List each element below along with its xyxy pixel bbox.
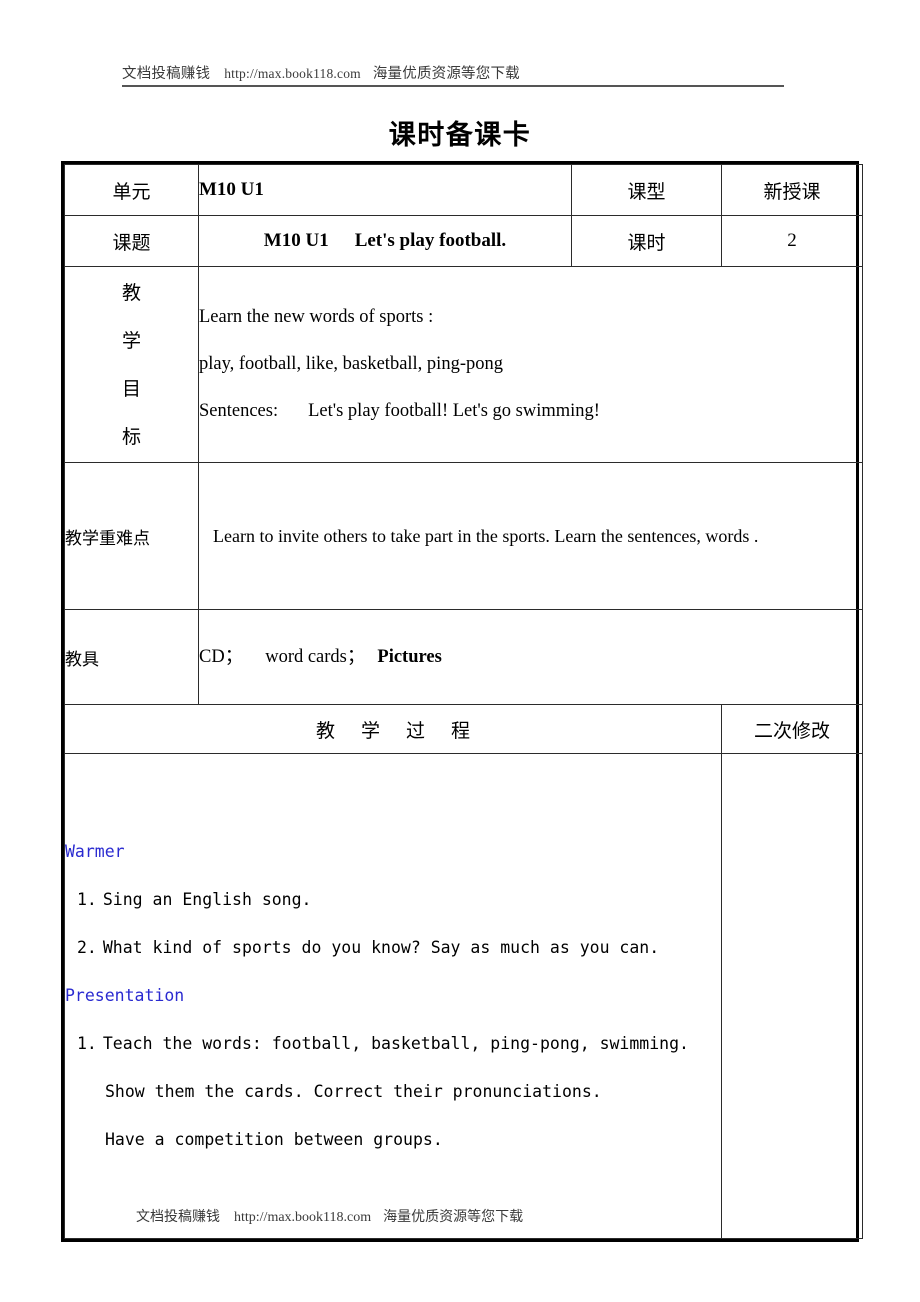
teaching-goals-content: Learn the new words of sports : play, fo… <box>198 266 863 463</box>
goals-line-2: play, football, like, basketball, ping-p… <box>199 354 503 374</box>
running-footer-url: http://max.book118.com <box>234 1210 372 1225</box>
teaching-aids-part-1: CD； <box>199 647 244 667</box>
teaching-goals-label: 教 学 目 标 <box>64 266 199 463</box>
process-list-item-text: Sing an English song. <box>102 890 312 909</box>
table-row-topic: 课题 M10 U1 Let's play football. 课时 2 <box>64 215 863 267</box>
teaching-aids-content: CD； word cards； Pictures <box>198 609 863 705</box>
lesson-plan-table: 单元 M10 U1 课型 新授课 课题 M10 U1 Let's play foo… <box>64 164 863 1239</box>
table-row-process-header: 教 学 过 程 二次修改 <box>64 704 863 754</box>
table-row-focus: 教学重难点 Learn to invite others to take par… <box>64 462 863 610</box>
key-difficulty-content: Learn to invite others to take part in t… <box>198 462 863 610</box>
teaching-aids-label: 教具 <box>64 609 199 705</box>
running-footer-left-text: 文档投稿赚钱 <box>136 1210 220 1225</box>
process-section-title: Warmer <box>65 842 125 861</box>
running-footer: 文档投稿赚钱 http://max.book118.com 海量优质资源等您下载 <box>136 1206 802 1226</box>
running-header: 文档投稿赚钱 http://max.book118.com 海量优质资源等您下载 <box>122 62 788 83</box>
lesson-plan-table-frame: 单元 M10 U1 课型 新授课 课题 M10 U1 Let's play foo… <box>61 161 863 1242</box>
lesson-type-value: 新授课 <box>721 164 863 216</box>
process-list-item-number: 2. <box>77 938 97 957</box>
process-continuation-line: Show them the cards. Correct their pronu… <box>105 1082 602 1101</box>
key-difficulty-text: Learn to invite others to take part in t… <box>213 526 759 546</box>
process-list-item-number: 1. <box>77 1034 97 1053</box>
table-row-goals: 教 学 目 标 Learn the new words of sports : … <box>64 266 863 463</box>
unit-value: M10 U1 <box>198 164 572 216</box>
page-title: 课时备课卡 <box>388 120 532 151</box>
process-list-item-text: What kind of sports do you know? Say as … <box>102 938 660 957</box>
goals-sentences-text: Let's play football! Let's go swimming! <box>308 401 600 421</box>
topic-code: M10 U1 <box>263 230 329 251</box>
process-list-item: 2. What kind of sports do you know? Say a… <box>65 924 721 972</box>
topic-value: M10 U1 Let's play football. <box>198 215 572 267</box>
goals-line-1: Learn the new words of sports : <box>199 307 434 327</box>
unit-label: 单元 <box>64 164 199 216</box>
table-row-unit: 单元 M10 U1 课型 新授课 <box>64 164 863 216</box>
process-list-item: 1. Teach the words: football, basketball,… <box>65 1020 721 1068</box>
teaching-aids-part-3: Pictures <box>377 647 442 667</box>
table-row-process-body: Warmer 1. Sing an English song. 2. What kind… <box>64 753 863 1239</box>
teaching-process-body: Warmer 1. Sing an English song. 2. What kind… <box>64 753 722 1239</box>
running-header-left-text: 文档投稿赚钱 <box>122 66 211 82</box>
teaching-goals-label-char-4: 标 <box>121 425 141 448</box>
topic-text: Let's play football. <box>354 230 507 251</box>
process-list-item-number: 1. <box>77 890 97 909</box>
process-section-title: Presentation <box>65 986 185 1005</box>
running-header-url: http://max.book118.com <box>224 66 361 81</box>
running-header-right-text: 海量优质资源等您下载 <box>372 66 520 82</box>
teaching-aids-part-2: word cards； <box>265 647 366 667</box>
second-revision-body <box>721 753 863 1239</box>
header-divider-rule <box>122 85 784 87</box>
teaching-goals-label-char-1: 教 <box>121 281 141 304</box>
lesson-type-label: 课型 <box>571 164 722 216</box>
goals-sentences-line: Sentences: Let's play football! Let's go … <box>199 388 862 435</box>
key-difficulty-label: 教学重难点 <box>64 462 199 610</box>
document-page: 文档投稿赚钱 http://max.book118.com 海量优质资源等您下载 课… <box>0 0 920 1302</box>
process-list-item-text: Teach the words: football, basketball, p… <box>102 1034 689 1053</box>
period-label: 课时 <box>571 215 722 267</box>
teaching-goals-label-char-2: 学 <box>121 329 141 352</box>
topic-label: 课题 <box>64 215 199 267</box>
process-continuation-line: Have a competition between groups. <box>105 1130 443 1149</box>
period-value: 2 <box>721 215 863 267</box>
teaching-process-header: 教 学 过 程 <box>64 704 722 754</box>
process-list-item: 1. Sing an English song. <box>65 876 721 924</box>
table-row-aids: 教具 CD； word cards； Pictures <box>64 609 863 705</box>
running-footer-right-text: 海量优质资源等您下载 <box>383 1210 524 1225</box>
goals-sentences-label: Sentences: <box>199 401 279 421</box>
second-revision-header: 二次修改 <box>721 704 863 754</box>
teaching-goals-label-char-3: 目 <box>121 377 141 400</box>
